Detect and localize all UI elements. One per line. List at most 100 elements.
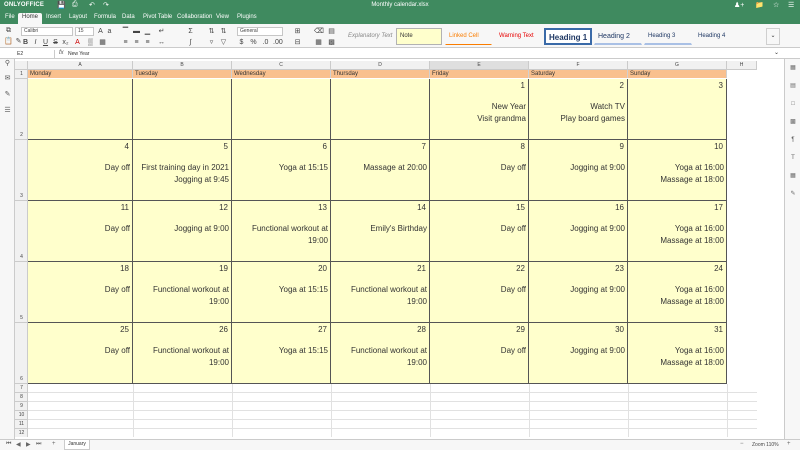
number-format-select[interactable]: General [237, 27, 283, 36]
row-header[interactable]: 10 [15, 411, 28, 420]
styles-expand-icon[interactable]: ⌄ [766, 28, 780, 45]
delete-cells-icon[interactable]: ⊟ [293, 38, 302, 47]
column-header[interactable]: A [28, 61, 133, 70]
wrap-text-icon[interactable]: ↵ [157, 27, 166, 36]
next-sheet-icon[interactable]: ▶ [26, 441, 31, 448]
day-header-cell[interactable]: Wednesday [232, 70, 331, 78]
align-right-icon[interactable]: ≡ [143, 38, 152, 47]
calendar-cell[interactable]: 11 Day off [28, 201, 133, 262]
shape-settings-icon[interactable]: □ [789, 100, 797, 108]
align-top-icon[interactable]: ▔ [121, 27, 130, 36]
calendar-cell[interactable]: 20 Yoga at 15:15 [232, 262, 331, 323]
chart-settings-icon[interactable]: ▩ [789, 118, 797, 126]
merge-icon[interactable]: ↔ [157, 38, 166, 47]
empty-row[interactable] [28, 393, 757, 402]
strikethrough-icon[interactable]: S [51, 38, 60, 47]
style-note[interactable]: Note [396, 28, 442, 45]
column-header[interactable]: F [529, 61, 628, 70]
table-settings-icon[interactable]: ▤ [789, 82, 797, 90]
formula-input[interactable]: New Year [68, 50, 89, 58]
tab-data[interactable]: Data [118, 13, 139, 24]
star-icon[interactable]: ☆ [773, 1, 779, 9]
row-header[interactable]: 9 [15, 402, 28, 411]
borders-icon[interactable]: ▦ [98, 38, 107, 47]
calendar-cell[interactable]: 13 Functional workout at 19:00 [232, 201, 331, 262]
row-header[interactable]: 7 [15, 384, 28, 393]
calendar-cell[interactable]: 15 Day off [430, 201, 529, 262]
row-header[interactable]: 1 [15, 70, 28, 79]
empty-row[interactable] [28, 429, 757, 437]
tab-plugins[interactable]: Plugins [233, 13, 261, 24]
calendar-cell[interactable]: 27 Yoga at 15:15 [232, 323, 331, 384]
currency-icon[interactable]: $ [237, 38, 246, 47]
calendar-cell[interactable]: 8 Day off [430, 140, 529, 201]
calendar-cell[interactable]: 29 Day off [430, 323, 529, 384]
percent-icon[interactable]: % [249, 38, 258, 47]
tab-insert[interactable]: Insert [42, 13, 65, 24]
row-header[interactable]: 5 [15, 262, 28, 323]
chat-icon[interactable]: ✎ [3, 90, 12, 99]
decrease-decimal-icon[interactable]: .0 [261, 38, 270, 47]
tab-pivot-table[interactable]: Pivot Table [139, 13, 176, 24]
day-header-cell[interactable]: Saturday [529, 70, 628, 78]
sheet-tab-january[interactable]: January [64, 440, 90, 450]
calendar-cell[interactable]: 28 Functional workout at 19:00 [331, 323, 430, 384]
row-header[interactable]: 8 [15, 393, 28, 402]
tab-layout[interactable]: Layout [65, 13, 91, 24]
calendar-cell[interactable]: 10 Yoga at 16:00 Massage at 18:00 [628, 140, 727, 201]
font-color-icon[interactable]: A [73, 38, 82, 47]
align-bottom-icon[interactable]: ▁ [143, 27, 152, 36]
day-header-cell[interactable]: Friday [430, 70, 529, 78]
tab-collaboration[interactable]: Collaboration [173, 13, 216, 24]
calendar-cell[interactable]: 17 Yoga at 16:00 Massage at 18:00 [628, 201, 727, 262]
style-heading-1[interactable]: Heading 1 [544, 28, 592, 45]
calendar-cell[interactable]: 3 [628, 79, 727, 140]
zoom-in-icon[interactable]: + [787, 441, 791, 447]
column-header[interactable]: E [430, 61, 529, 70]
calendar-cell[interactable]: 16 Jogging at 9:00 [529, 201, 628, 262]
name-box[interactable]: E2 [15, 50, 55, 58]
italic-icon[interactable]: I [31, 38, 40, 47]
copy-icon[interactable]: ⧉ [4, 26, 13, 35]
calendar-cell[interactable]: 2 Watch TV Play board games [529, 79, 628, 140]
style-heading-4[interactable]: Heading 4 [694, 28, 742, 45]
row-header[interactable]: 4 [15, 201, 28, 262]
row-header[interactable]: 2 [15, 79, 28, 140]
sort-asc-icon[interactable]: ⇅ [207, 27, 216, 36]
conditional-format-icon[interactable]: ▤ [327, 27, 336, 36]
column-header[interactable]: C [232, 61, 331, 70]
row-header[interactable]: 11 [15, 420, 28, 429]
calendar-cell[interactable]: 7 Massage at 20:00 [331, 140, 430, 201]
font-name-select[interactable]: Calibri [21, 27, 73, 36]
calendar-cell[interactable] [133, 79, 232, 140]
calendar-cell[interactable]: 19 Functional workout at 19:00 [133, 262, 232, 323]
prev-sheet-icon[interactable]: ◀ [16, 441, 21, 448]
tab-formula[interactable]: Formula [90, 13, 120, 24]
text-art-icon[interactable]: T [789, 154, 797, 162]
calendar-cell[interactable] [331, 79, 430, 140]
font-size-select[interactable]: 15 [75, 27, 94, 36]
style-heading-2[interactable]: Heading 2 [594, 28, 642, 45]
sort-desc-icon[interactable]: ⇅ [219, 27, 228, 36]
calendar-cell[interactable]: 6 Yoga at 15:15 [232, 140, 331, 201]
tab-file[interactable]: File [1, 13, 19, 24]
cell-settings-icon[interactable]: ▦ [789, 64, 797, 72]
clear-filter-icon[interactable]: ▽ [219, 38, 228, 47]
calendar-cell[interactable]: 5 First training day in 2021 Jogging at 9:… [133, 140, 232, 201]
sum-icon[interactable]: Σ [186, 27, 195, 36]
tab-view[interactable]: View [212, 13, 233, 24]
day-header-cell[interactable]: Monday [28, 70, 133, 78]
empty-row[interactable] [28, 402, 757, 411]
last-sheet-icon[interactable]: ⏭ [36, 441, 41, 448]
calendar-cell[interactable]: 12 Jogging at 9:00 [133, 201, 232, 262]
empty-row[interactable] [28, 420, 757, 429]
day-header-cell[interactable]: Thursday [331, 70, 430, 78]
calendar-cell[interactable]: 14 Emily's Birthday [331, 201, 430, 262]
calendar-cell[interactable]: 4 Day off [28, 140, 133, 201]
column-header[interactable]: H [727, 61, 757, 70]
pivot-settings-icon[interactable]: ▦ [789, 172, 797, 180]
comments-icon[interactable]: ✉ [3, 74, 12, 83]
search-icon[interactable]: ⚲ [3, 59, 12, 68]
align-left-icon[interactable]: ≡ [121, 38, 130, 47]
calendar-cell[interactable]: 26 Functional workout at 19:00 [133, 323, 232, 384]
